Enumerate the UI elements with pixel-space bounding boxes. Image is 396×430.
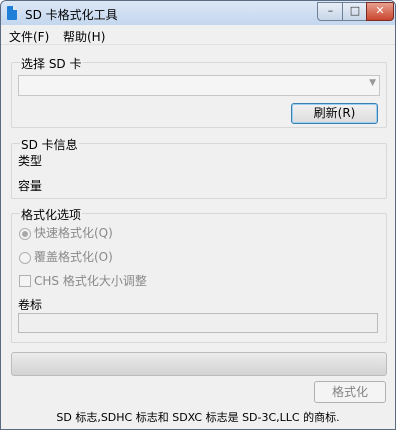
menu-help[interactable]: 帮助(H) <box>63 28 105 45</box>
minimize-button[interactable]: – <box>317 2 344 21</box>
format-button[interactable]: 格式化 <box>314 381 386 403</box>
card-capacity-label: 容量 <box>18 179 43 193</box>
progress-bar <box>11 352 387 376</box>
card-info-label: SD 卡信息 <box>20 136 79 153</box>
chevron-down-icon: ▼ <box>369 78 376 88</box>
quick-format-label: 快速格式化(Q) <box>34 226 113 240</box>
volume-label-caption: 卷标 <box>18 298 43 312</box>
refresh-button[interactable]: 刷新(R) <box>291 103 378 124</box>
chs-size-checkbox[interactable] <box>19 275 31 287</box>
menu-file[interactable]: 文件(F) <box>9 28 49 45</box>
format-options-group: 格式化选项 快速格式化(Q) 覆盖格式化(O) CHS 格式化大小调整 卷标 <box>11 206 387 343</box>
quick-format-radio[interactable] <box>19 228 31 240</box>
select-card-label: 选择 SD 卡 <box>20 55 83 72</box>
format-options-label: 格式化选项 <box>20 206 83 223</box>
card-info-group: SD 卡信息 类型 容量 <box>11 136 387 199</box>
client-area: 选择 SD 卡 ▼ 刷新(R) SD 卡信息 类型 容量 格式化选项 快速格式化… <box>1 45 395 429</box>
maximize-button[interactable]: □ <box>342 2 368 21</box>
sd-card-icon <box>7 6 17 20</box>
volume-label-field[interactable] <box>18 313 378 333</box>
app-window: SD 卡格式化工具 – □ ✕ 文件(F) 帮助(H) 选择 SD 卡 ▼ 刷新… <box>0 0 396 430</box>
window-title: SD 卡格式化工具 <box>25 8 118 22</box>
overwrite-format-label: 覆盖格式化(O) <box>34 250 113 264</box>
card-type-label: 类型 <box>18 154 43 168</box>
chs-size-label: CHS 格式化大小调整 <box>34 274 147 288</box>
trademark-notice: SD 标志,SDHC 标志和 SDXC 标志是 SD-3C,LLC 的商标. <box>56 411 340 424</box>
sd-card-dropdown[interactable]: ▼ <box>18 75 380 96</box>
overwrite-format-radio[interactable] <box>19 252 31 264</box>
close-button[interactable]: ✕ <box>366 2 394 21</box>
title-bar: SD 卡格式化工具 – □ ✕ <box>1 1 395 25</box>
menu-bar: 文件(F) 帮助(H) <box>1 25 395 45</box>
select-card-group: 选择 SD 卡 ▼ 刷新(R) <box>11 55 387 128</box>
